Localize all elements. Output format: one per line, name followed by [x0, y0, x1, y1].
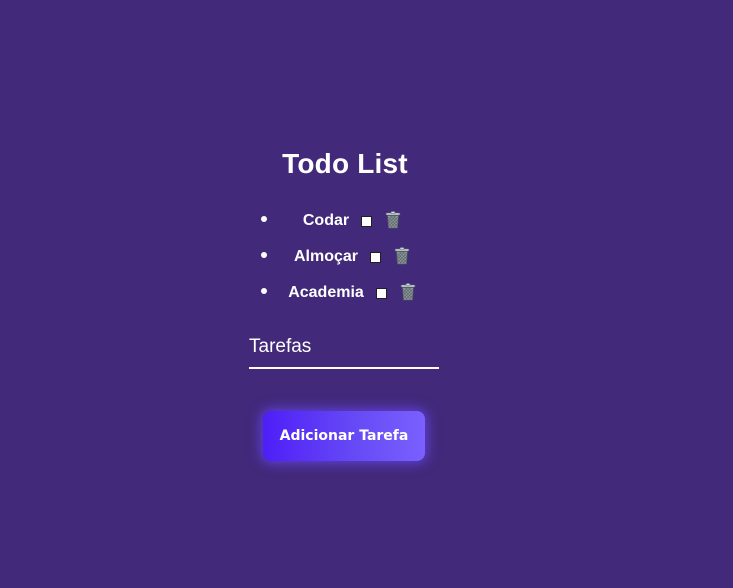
task-label: Almoçar	[293, 248, 359, 265]
task-label: Codar	[302, 212, 350, 229]
bullet-icon	[261, 216, 267, 222]
todo-app: Todo List Codar Almoçar Academia Tarefas…	[0, 0, 733, 588]
bullet-icon	[261, 252, 267, 258]
complete-checkbox-icon[interactable]	[361, 215, 373, 227]
task-item: Almoçar	[257, 239, 433, 275]
task-list: Codar Almoçar Academia	[257, 203, 433, 311]
task-item: Academia	[257, 275, 433, 311]
add-task-button[interactable]: Adicionar Tarefa	[263, 411, 425, 461]
task-input[interactable]	[249, 327, 439, 369]
task-item: Codar	[257, 203, 433, 239]
complete-checkbox-icon[interactable]	[370, 251, 382, 263]
trash-icon[interactable]	[394, 247, 410, 265]
bullet-icon	[261, 288, 267, 294]
trash-icon[interactable]	[400, 283, 416, 301]
page-title: Todo List	[282, 148, 408, 179]
trash-icon[interactable]	[385, 211, 401, 229]
complete-checkbox-icon[interactable]	[375, 287, 387, 299]
task-label: Academia	[288, 284, 364, 301]
